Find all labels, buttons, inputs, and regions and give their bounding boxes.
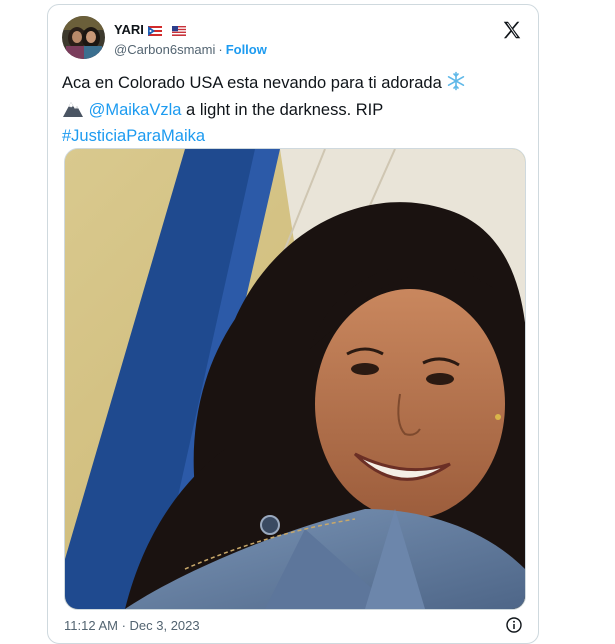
- follow-button[interactable]: Follow: [226, 42, 267, 57]
- display-name-row: YARI: [114, 20, 186, 38]
- tweet-text-line-2: @MaikaVzla a light in the darkness. RIP: [62, 98, 532, 125]
- tweet-photo[interactable]: [64, 148, 526, 610]
- mention-link[interactable]: @MaikaVzla: [89, 101, 182, 119]
- tweet-text-line-3: #JusticiaParaMaika: [62, 125, 532, 148]
- info-icon[interactable]: [506, 617, 522, 633]
- snow-capped-mountain-icon: [62, 98, 84, 125]
- handle-row: @Carbon6smami · Follow: [114, 42, 267, 57]
- tweet-photo-image: [65, 149, 525, 609]
- avatar[interactable]: [62, 16, 105, 59]
- hashtag-link[interactable]: #JusticiaParaMaika: [62, 127, 205, 145]
- tweet-text-continuation: a light in the darkness. RIP: [181, 101, 384, 119]
- user-handle[interactable]: @Carbon6smami: [114, 42, 215, 57]
- x-logo-icon[interactable]: [501, 19, 523, 41]
- display-name[interactable]: YARI: [114, 22, 144, 37]
- us-flag-icon: [171, 24, 186, 36]
- tweet-text: Aca en Colorado USA esta nevando para ti…: [62, 71, 532, 148]
- tweet-timestamp[interactable]: 11:12 AM · Dec 3, 2023: [64, 618, 200, 633]
- tweet-text-body: Aca en Colorado USA esta nevando para ti…: [62, 74, 442, 92]
- snowflake-icon: [446, 71, 466, 98]
- tweet-card[interactable]: YARI @Carbon6smami · Follow Aca en Color…: [47, 4, 539, 644]
- tweet-text-line-1: Aca en Colorado USA esta nevando para ti…: [62, 71, 532, 98]
- separator-dot: ·: [218, 42, 223, 57]
- puerto-rico-flag-icon: [147, 24, 162, 36]
